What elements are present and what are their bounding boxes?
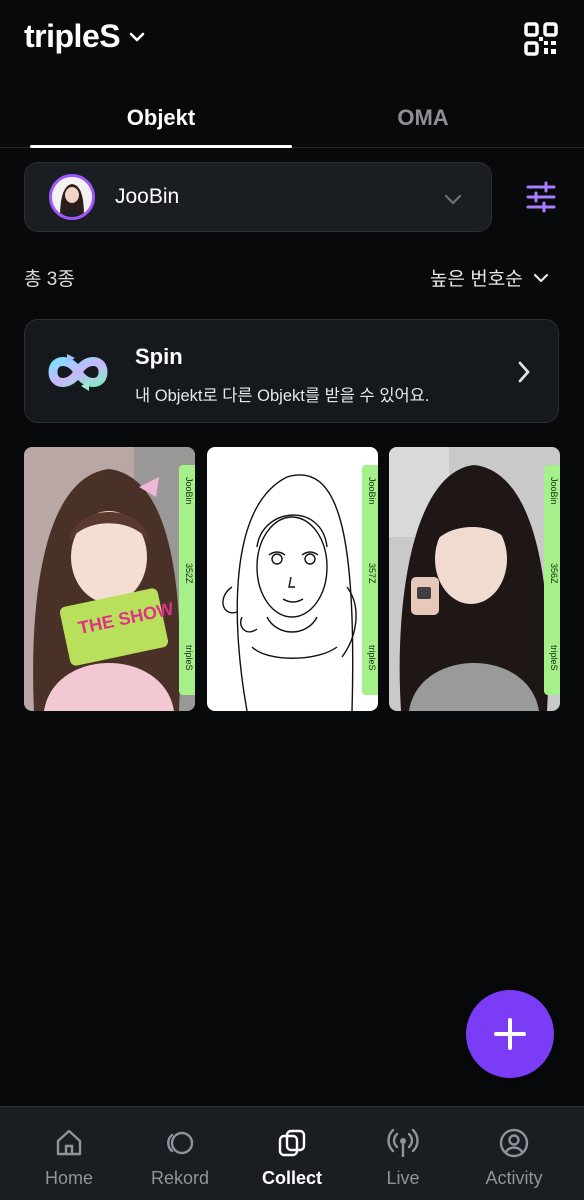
spin-banner[interactable]: Spin 내 Objekt로 다른 Objekt를 받을 수 있어요.	[24, 319, 559, 423]
objekt-photo	[207, 447, 378, 711]
nav-home[interactable]: Home	[11, 1107, 127, 1200]
member-selector[interactable]: JooBin	[24, 162, 492, 232]
live-icon	[387, 1128, 419, 1157]
objekt-card[interactable]: THE SHOW JooBin 352Z tripleS	[24, 447, 195, 711]
objekt-count: 총 3종	[24, 269, 75, 290]
bottom-navigation: Home Rekord Collect Live Activity	[0, 1106, 584, 1200]
objekt-strip: JooBin 352Z tripleS	[179, 465, 195, 695]
objekt-brand: tripleS	[184, 645, 194, 671]
sort-dropdown[interactable]: 높은 번호순	[430, 264, 549, 291]
nav-rekord[interactable]: Rekord	[122, 1107, 238, 1200]
tab-objekt[interactable]: Objekt	[30, 88, 292, 148]
app-title: tripleS	[24, 18, 121, 54]
sort-label: 높은 번호순	[430, 269, 523, 290]
app-header: tripleS	[0, 0, 584, 80]
nav-label: Rekord	[150, 1168, 210, 1188]
nav-activity[interactable]: Activity	[456, 1107, 572, 1200]
active-tab-indicator	[30, 145, 292, 148]
qr-code-icon[interactable]	[524, 22, 558, 56]
brand-switcher[interactable]: tripleS	[24, 18, 146, 55]
nav-label: Activity	[485, 1168, 543, 1188]
profile-icon	[499, 1128, 529, 1158]
add-objekt-button[interactable]	[466, 990, 554, 1078]
nav-label: Collect	[261, 1168, 322, 1188]
objekt-strip: JooBin 356Z tripleS	[544, 465, 560, 695]
objekt-photo: THE SHOW	[24, 447, 195, 711]
nav-live[interactable]: Live	[345, 1107, 461, 1200]
objekt-member: JooBin	[549, 477, 559, 505]
objekt-brand: tripleS	[367, 645, 377, 671]
nav-label: Live	[386, 1168, 420, 1188]
rekord-icon	[167, 1131, 194, 1155]
spin-description: 내 Objekt로 다른 Objekt를 받을 수 있어요.	[135, 387, 430, 405]
objekt-card[interactable]: JooBin 357Z tripleS	[207, 447, 378, 711]
chevron-down-icon	[444, 194, 462, 205]
objekt-card[interactable]: JooBin 356Z tripleS	[389, 447, 560, 711]
nav-collect[interactable]: Collect	[234, 1107, 350, 1200]
objekt-member: JooBin	[367, 477, 377, 505]
collect-icon	[278, 1129, 306, 1157]
spin-title: Spin	[135, 344, 183, 369]
chevron-down-icon	[533, 273, 548, 282]
objekt-member: JooBin	[184, 477, 194, 505]
objekt-strip: JooBin 357Z tripleS	[362, 465, 378, 695]
member-name: JooBin	[115, 185, 180, 208]
chevron-down-icon	[129, 32, 145, 41]
objekt-grid: THE SHOW JooBin 352Z tripleS JooBin 357Z…	[24, 447, 560, 711]
spin-icon	[48, 354, 108, 391]
objekt-serial: 357Z	[367, 563, 377, 584]
tab-bar: Objekt OMA	[0, 88, 584, 148]
objekt-brand: tripleS	[549, 645, 559, 671]
objekt-photo	[389, 447, 560, 711]
avatar	[49, 174, 95, 220]
plus-icon	[494, 1018, 526, 1050]
filter-sliders-icon[interactable]	[526, 181, 556, 213]
chevron-right-icon	[518, 361, 530, 383]
objekt-serial: 356Z	[549, 563, 559, 584]
home-icon	[56, 1129, 82, 1156]
tab-oma[interactable]: OMA	[292, 88, 554, 148]
objekt-serial: 352Z	[184, 563, 194, 584]
nav-label: Home	[44, 1168, 93, 1188]
